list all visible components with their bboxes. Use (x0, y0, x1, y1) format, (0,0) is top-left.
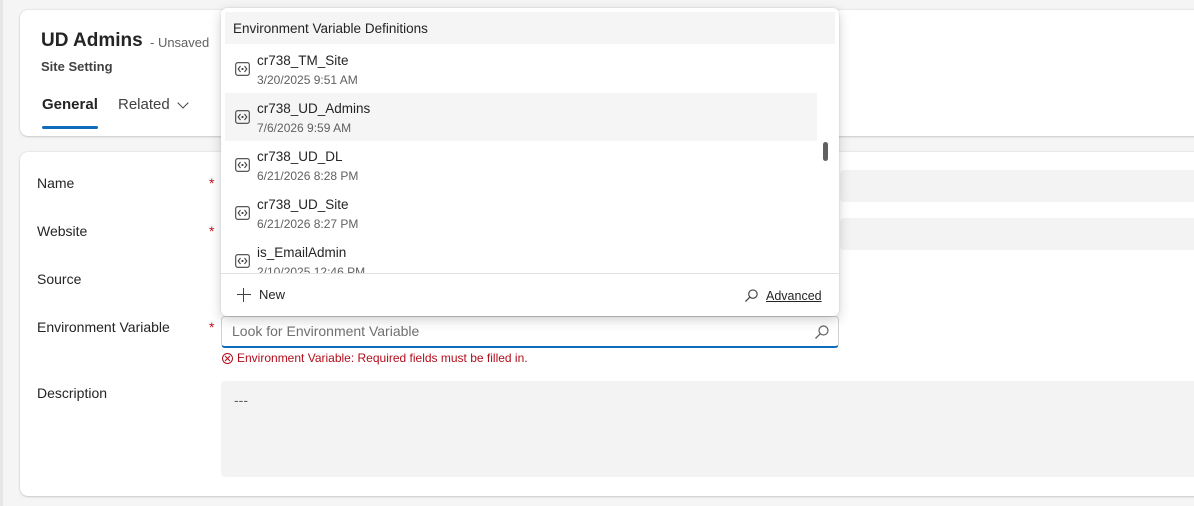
chevron-down-icon (177, 96, 189, 109)
lookup-result-date: 6/21/2026 8:28 PM (257, 169, 359, 183)
lookup-result-name: cr738_UD_Admins (257, 101, 371, 116)
new-record-label: New (259, 287, 286, 302)
lookup-results-list[interactable]: cr738_TM_Site 3/20/2025 9:51 AM cr738_UD… (221, 45, 839, 273)
lookup-result-item[interactable]: cr738_UD_Site 6/21/2026 8:27 PM (225, 189, 817, 237)
environment-variable-lookup[interactable] (221, 316, 839, 348)
lookup-results-flyout: Environment Variable Definitions cr738_T… (221, 8, 839, 316)
error-circle-icon (222, 352, 233, 364)
website-required-marker: * (209, 223, 215, 239)
validation-error: Environment Variable: Required fields mu… (222, 351, 528, 365)
record-title: UD Admins (41, 30, 143, 51)
description-field[interactable]: --- (221, 381, 1194, 477)
lookup-result-date: 2/10/2025 12:46 PM (257, 265, 366, 273)
lookup-result-date: 3/20/2025 9:51 AM (257, 73, 358, 87)
tab-related[interactable]: Related (118, 96, 189, 113)
lookup-result-item[interactable]: cr738_TM_Site 3/20/2025 9:51 AM (225, 45, 817, 93)
lookup-result-date: 7/6/2026 9:59 AM (257, 121, 352, 135)
lookup-result-name: cr738_UD_DL (257, 149, 343, 164)
entity-name: Site Setting (41, 59, 113, 74)
flyout-header: Environment Variable Definitions (225, 12, 835, 44)
source-label: Source (37, 271, 82, 287)
plus-icon (237, 287, 251, 302)
lookup-result-item[interactable]: is_EmailAdmin 2/10/2025 12:46 PM (225, 237, 817, 273)
website-label: Website (37, 223, 88, 239)
advanced-lookup-label: Advanced (766, 288, 822, 303)
lookup-result-item[interactable]: cr738_UD_Admins 7/6/2026 9:59 AM (225, 93, 817, 141)
environment-variable-icon (235, 158, 250, 172)
lookup-result-date: 6/21/2026 8:27 PM (257, 217, 359, 231)
lookup-result-name: cr738_TM_Site (257, 53, 349, 68)
name-label: Name (37, 175, 75, 191)
error-message: Environment Variable: Required fields mu… (237, 351, 528, 365)
environment-variable-icon (235, 206, 250, 220)
name-required-marker: * (209, 175, 215, 191)
lookup-result-name: is_EmailAdmin (257, 245, 347, 260)
tab-related-label: Related (118, 96, 170, 113)
search-icon[interactable] (814, 324, 830, 340)
name-field[interactable] (840, 170, 1194, 202)
environment-variable-search-input[interactable] (232, 323, 792, 339)
tab-general[interactable]: General (42, 96, 98, 113)
description-label: Description (37, 385, 108, 401)
environment-variable-icon (235, 110, 250, 124)
save-status: - Unsaved (150, 35, 210, 50)
environment-variable-label: Environment Variable (37, 319, 170, 335)
environment-variable-icon (235, 62, 250, 76)
scrollbar-thumb[interactable] (823, 142, 828, 161)
left-edge-border (0, 0, 3, 506)
advanced-lookup-button[interactable]: Advanced (744, 288, 822, 303)
flyout-header-title: Environment Variable Definitions (233, 21, 428, 36)
active-tab-indicator (42, 126, 98, 129)
flyout-footer: New Advanced (221, 273, 839, 316)
lookup-result-name: cr738_UD_Site (257, 197, 349, 212)
environment-variable-required-marker: * (209, 319, 215, 335)
new-record-button[interactable]: New (237, 287, 285, 302)
website-field[interactable] (840, 218, 1194, 250)
search-icon (744, 289, 758, 303)
environment-variable-icon (235, 254, 250, 268)
description-value: --- (234, 392, 248, 408)
lookup-result-item[interactable]: cr738_UD_DL 6/21/2026 8:28 PM (225, 141, 817, 189)
